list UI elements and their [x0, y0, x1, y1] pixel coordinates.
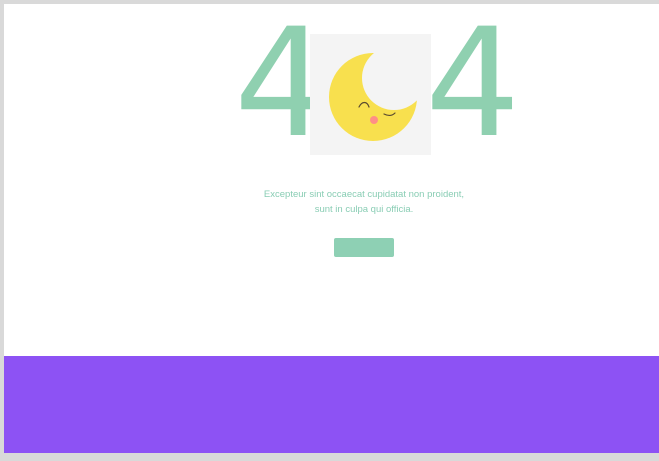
footer-band — [4, 356, 659, 453]
moon-icon — [329, 46, 426, 141]
error-message-line-1: Excepteur sint occaecat cupidatat non pr… — [263, 189, 465, 200]
moon-illustration — [310, 34, 431, 155]
error-message: Excepteur sint occaecat cupidatat non pr… — [204, 187, 524, 217]
error-digit-right: 4 — [425, 4, 521, 171]
page-frame: 4 4 Excepteur sint occaecat cupidatat no… — [4, 4, 659, 453]
primary-action-button[interactable] — [334, 238, 394, 257]
error-hero: 4 4 Excepteur sint occaecat cupidatat no… — [4, 4, 659, 356]
error-message-line-2: sunt in culpa qui officia. — [314, 204, 414, 215]
